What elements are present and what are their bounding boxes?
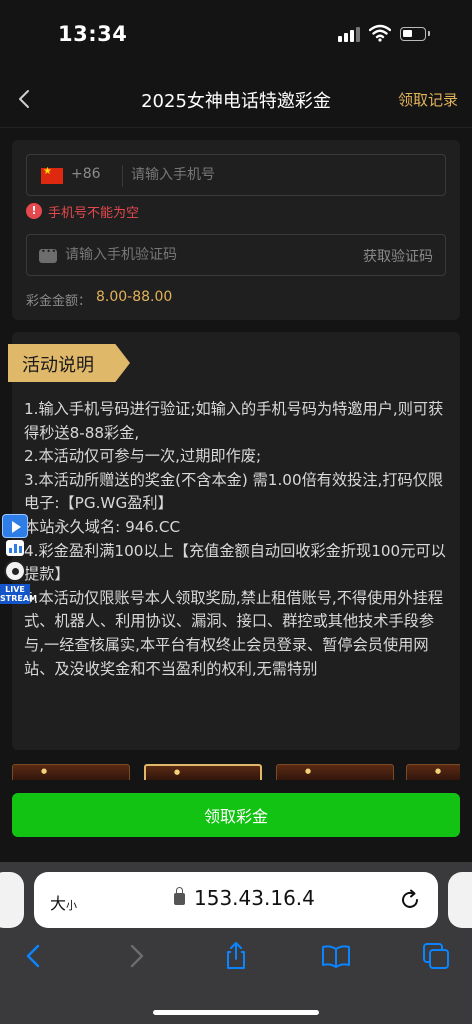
- url-text[interactable]: 153.43.16.4: [194, 886, 315, 910]
- soccer-ball-icon: [4, 560, 26, 582]
- divider: [122, 165, 123, 187]
- cellular-signal-icon: [338, 26, 362, 42]
- china-flag-icon: ★: [41, 166, 63, 184]
- description-line: 3.本活动所赠送的奖金(不含本金) 需1.00倍有效投注,打码仅限电子:【PG.…: [24, 470, 444, 513]
- nav-bar: 2025女神电话特邀彩金 领取记录: [0, 70, 472, 128]
- browser-toolbar: 大小 153.43.16.4: [0, 862, 472, 1024]
- address-bar[interactable]: 大小 153.43.16.4: [34, 872, 438, 928]
- status-bar: 13:34: [0, 0, 472, 70]
- play-icon: [2, 514, 28, 538]
- next-tab-preview[interactable]: [448, 872, 472, 928]
- get-code-button[interactable]: 获取验证码: [363, 246, 433, 266]
- share-icon[interactable]: [220, 940, 252, 972]
- description-line: 5.本活动仅限账号本人领取奖励,禁止租借账号,不得使用外挂程式、机器人、利用协议…: [24, 588, 444, 678]
- lock-icon: [174, 887, 185, 905]
- verification-code-field[interactable]: 获取验证码: [26, 234, 446, 276]
- amount-value: 8.00-88.00: [96, 289, 173, 305]
- game-thumbnail[interactable]: ●: [144, 764, 262, 780]
- forward-arrow-icon[interactable]: [120, 940, 152, 972]
- status-time: 13:34: [58, 22, 128, 46]
- phone-error-text: 手机号不能为空: [48, 206, 140, 221]
- back-arrow-icon[interactable]: [18, 940, 50, 972]
- activity-description-card: 活动说明 1.输入手机号码进行验证;如输入的手机号码为特邀用户,则可获得秒送8-…: [8, 332, 460, 750]
- game-thumbnail[interactable]: ●: [12, 764, 130, 780]
- amount-label: 彩金金额：: [26, 294, 92, 309]
- description-title: 活动说明: [22, 355, 94, 376]
- description-body: 1.输入手机号码进行验证;如输入的手机号码为特邀用户,则可获得秒送8-88彩金,…: [24, 398, 448, 681]
- game-thumbnails: ● ● ● ●: [12, 764, 460, 780]
- phone-form-card: ★ +86 ! 手机号不能为空 获取验证码 彩金金额： 8.00-88.00: [12, 140, 460, 320]
- wifi-icon: [369, 24, 391, 42]
- home-indicator: [153, 1010, 319, 1015]
- phone-field[interactable]: ★ +86: [26, 154, 446, 196]
- game-thumbnail[interactable]: ●: [276, 764, 394, 780]
- description-line: 1.输入手机号码进行验证;如输入的手机号码为特邀用户,则可获得秒送8-88彩金,: [24, 400, 444, 442]
- country-code[interactable]: +86: [71, 166, 101, 182]
- bar-chart-icon: [6, 540, 24, 556]
- previous-tab-preview[interactable]: [0, 872, 24, 928]
- error-icon: !: [26, 203, 42, 219]
- description-line: 2.本活动仅可参与一次,过期即作废;: [24, 447, 262, 466]
- text-size-button[interactable]: 大小: [50, 890, 77, 914]
- tabs-icon[interactable]: [420, 940, 452, 972]
- description-line: 4.彩金盈利满100以上【充值金额自动回收彩金折现100元可以提款】: [24, 541, 446, 584]
- game-thumbnail[interactable]: ●: [406, 764, 460, 780]
- phone-input[interactable]: [131, 155, 437, 195]
- live-stream-widget[interactable]: LIVE STREAM: [0, 512, 37, 604]
- description-line: 本站永久域名: 946.CC: [24, 517, 181, 536]
- reload-icon[interactable]: [398, 888, 422, 912]
- verification-code-input[interactable]: [65, 235, 315, 275]
- live-stream-label: LIVE STREAM: [0, 584, 37, 604]
- claim-bonus-button[interactable]: 领取彩金: [12, 793, 460, 837]
- description-ribbon: 活动说明: [8, 344, 130, 382]
- message-icon: [39, 247, 57, 263]
- bookmarks-icon[interactable]: [320, 940, 352, 972]
- battery-icon: [400, 27, 430, 41]
- claim-records-link[interactable]: 领取记录: [398, 89, 458, 110]
